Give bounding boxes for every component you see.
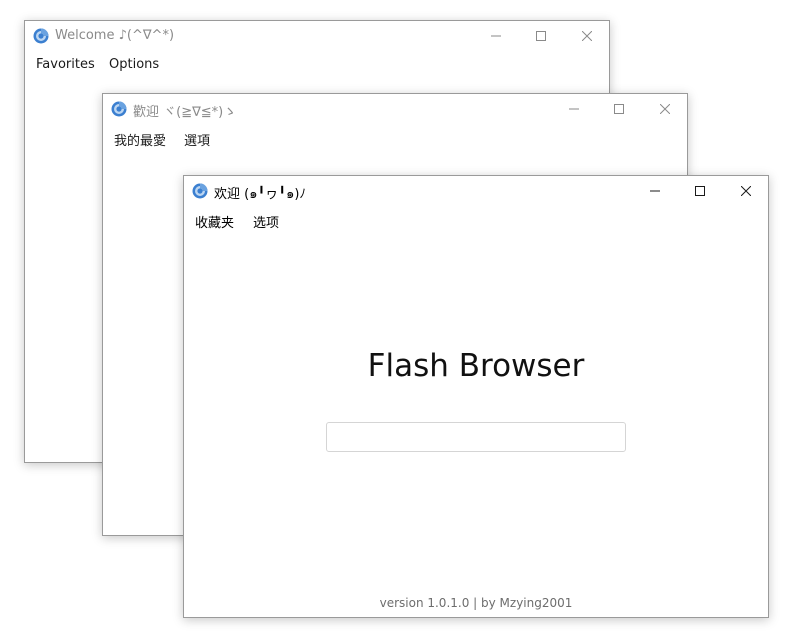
browser-app-icon [33, 28, 49, 44]
title-bar[interactable]: 欢迎 (๑╹ヮ╹๑)ﾉ [184, 176, 768, 206]
maximize-icon [614, 104, 624, 114]
menu-favorites[interactable]: Favorites [36, 57, 95, 72]
menu-bar: 收藏夹 选项 [184, 210, 768, 232]
window-title: Welcome ♪(^∇^*) [55, 28, 175, 43]
close-icon [660, 104, 670, 114]
browser-app-icon [192, 183, 208, 199]
minimize-button[interactable] [632, 176, 678, 206]
close-icon [741, 186, 751, 196]
menu-options[interactable]: Options [109, 57, 159, 72]
minimize-icon [650, 190, 660, 192]
maximize-button[interactable] [596, 94, 642, 124]
window-title: 歡迎 ヾ(≧∇≦*)ゝ [133, 105, 237, 120]
version-label: version 1.0.1.0 | by Mzying2001 [379, 596, 573, 610]
close-button[interactable] [723, 176, 769, 206]
maximize-icon [536, 31, 546, 41]
browser-app-icon [111, 101, 127, 117]
menu-favorites[interactable]: 收藏夹 [195, 212, 234, 231]
window-title: 欢迎 (๑╹ヮ╹๑)ﾉ [214, 187, 306, 202]
close-button[interactable] [564, 21, 610, 51]
title-bar[interactable]: 歡迎 ヾ(≧∇≦*)ゝ [103, 94, 687, 124]
minimize-button[interactable] [473, 21, 519, 51]
minimize-icon [491, 35, 501, 37]
title-bar[interactable]: Welcome ♪(^∇^*) [25, 21, 609, 51]
close-icon [582, 31, 592, 41]
menu-bar: 我的最愛 選項 [103, 128, 687, 150]
menu-options[interactable]: 选项 [253, 212, 279, 231]
maximize-button[interactable] [518, 21, 564, 51]
menu-bar: Favorites Options [25, 55, 609, 77]
minimize-icon [569, 108, 579, 110]
window-welcome-simplified-chinese[interactable]: 欢迎 (๑╹ヮ╹๑)ﾉ 收藏夹 选项 Flash Browser version… [183, 175, 769, 618]
menu-options[interactable]: 選項 [184, 130, 210, 149]
search-input[interactable] [326, 422, 626, 452]
maximize-icon [695, 186, 705, 196]
maximize-button[interactable] [677, 176, 723, 206]
close-button[interactable] [642, 94, 688, 124]
brand-title: Flash Browser [367, 348, 585, 384]
minimize-button[interactable] [551, 94, 597, 124]
menu-favorites[interactable]: 我的最愛 [114, 130, 166, 149]
